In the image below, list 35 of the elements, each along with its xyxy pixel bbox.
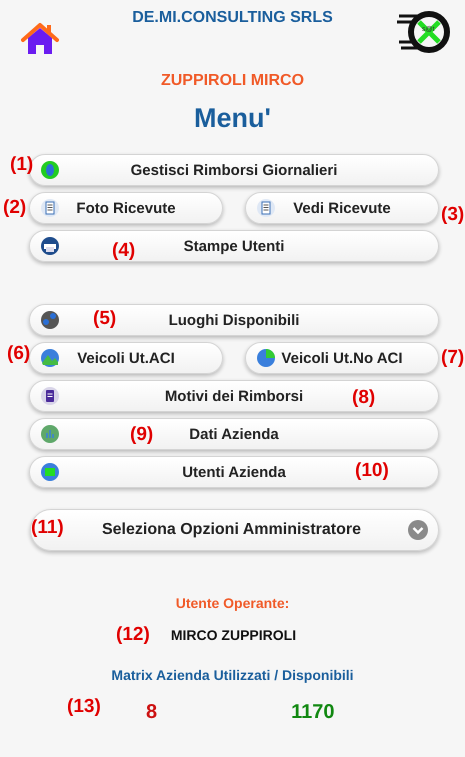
- operator-name: MIRCO ZUPPIROLI: [170, 627, 296, 643]
- annotation-label: (10): [355, 460, 389, 482]
- chart-icon: [40, 424, 60, 444]
- mountain-icon: [40, 348, 60, 368]
- screen-icon: [40, 462, 60, 482]
- company-name: DE.MI.CONSULTING SRLS: [132, 9, 333, 27]
- menu-button[interactable]: Foto Ricevute: [29, 192, 223, 224]
- matrix-label: Matrix Azienda Utilizzati / Disponibili: [110, 667, 355, 683]
- annotation-label: (8): [352, 387, 376, 409]
- annotation-label: (9): [130, 424, 154, 446]
- pie-chart-icon: [256, 348, 276, 368]
- operator-label: Utente Operante:: [174, 595, 290, 611]
- annotation-label: (7): [441, 347, 464, 369]
- annotation-label: (5): [93, 308, 116, 330]
- printer-icon: [40, 236, 60, 256]
- used-count: 8: [146, 701, 158, 724]
- chevron-down-icon: [408, 520, 428, 540]
- annotation-label: (11): [31, 517, 64, 539]
- document-icon: [40, 198, 60, 218]
- menu-title: Menu': [193, 103, 272, 134]
- annotation-label: (4): [112, 240, 136, 262]
- annotation-label: (3): [441, 204, 464, 226]
- menu-button[interactable]: Vedi Ricevute: [245, 192, 439, 224]
- annotation-label: (2): [3, 197, 26, 219]
- document-icon: [256, 198, 276, 218]
- notepad-icon: [40, 386, 60, 406]
- menu-button[interactable]: Veicoli Ut.ACI: [29, 342, 223, 374]
- available-count: 1170: [291, 701, 335, 724]
- menu-button[interactable]: Veicoli Ut.No ACI: [245, 342, 439, 374]
- annotation-label: (12): [116, 624, 150, 646]
- target-icon: [40, 160, 60, 180]
- annotation-label: (6): [7, 343, 30, 365]
- home-icon[interactable]: [20, 22, 60, 56]
- user-name: ZUPPIROLI MIRCO: [160, 72, 306, 90]
- annotation-label: (13): [67, 696, 101, 718]
